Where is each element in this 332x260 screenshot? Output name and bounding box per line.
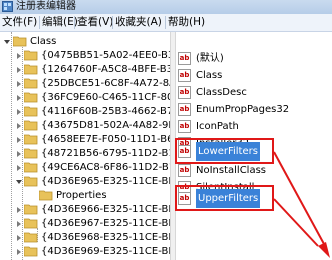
expand-arrow-icon[interactable] [17, 81, 21, 87]
menu-view[interactable]: 查看(V) [77, 14, 113, 31]
collapse-arrow-icon[interactable] [16, 180, 22, 184]
menu-edit[interactable]: 编辑(E) [42, 14, 78, 31]
menu-separator [112, 16, 113, 29]
expand-arrow-icon[interactable] [17, 123, 21, 129]
menu-separator [74, 16, 75, 29]
string-value-icon: ab [178, 52, 191, 65]
string-value-icon: ab [178, 69, 191, 82]
title-bar[interactable]: 注册表编辑器 [0, 0, 332, 14]
expand-arrow-icon[interactable] [17, 95, 21, 101]
menu-separator [39, 16, 40, 29]
expand-arrow-icon[interactable] [17, 53, 21, 59]
collapse-arrow-icon[interactable] [4, 40, 10, 44]
highlight-box-upperfilters [175, 185, 274, 211]
window-title: 注册表编辑器 [16, 1, 76, 12]
expand-arrow-icon[interactable] [17, 109, 21, 115]
menu-favorites[interactable]: 收藏夹(A) [115, 14, 162, 31]
highlight-box-lowerfilters [175, 138, 274, 164]
tree-item-label: {4D36E969-E325-11CE-BFC [41, 246, 170, 257]
expand-arrow-icon[interactable] [17, 67, 21, 73]
expand-arrow-icon[interactable] [17, 151, 21, 157]
string-value-icon: ab [178, 103, 191, 116]
expand-arrow-icon[interactable] [17, 165, 21, 171]
string-value-icon: ab [178, 120, 191, 133]
expand-arrow-icon[interactable] [17, 137, 21, 143]
expand-arrow-icon[interactable] [17, 235, 21, 241]
expand-arrow-icon[interactable] [17, 221, 21, 227]
menu-bar: 文件(F) 编辑(E) 查看(V) 收藏夹(A) 帮助(H) [0, 14, 332, 32]
menu-help[interactable]: 帮助(H) [168, 14, 205, 31]
folder-icon [24, 246, 38, 257]
expand-arrow-icon[interactable] [17, 207, 21, 213]
string-value-icon: ab [178, 86, 191, 99]
expand-arrow-icon[interactable] [17, 249, 21, 255]
registry-editor-icon [2, 1, 13, 12]
menu-separator [165, 16, 166, 29]
string-value-icon: ab [178, 164, 191, 177]
menu-file[interactable]: 文件(F) [2, 14, 37, 31]
registry-tree-pane[interactable]: Class {0475BB51-5A02-4EE0-B36 {1264760F-… [0, 32, 170, 260]
tree-item[interactable]: {4D36E969-E325-11CE-BFC [0, 242, 170, 260]
